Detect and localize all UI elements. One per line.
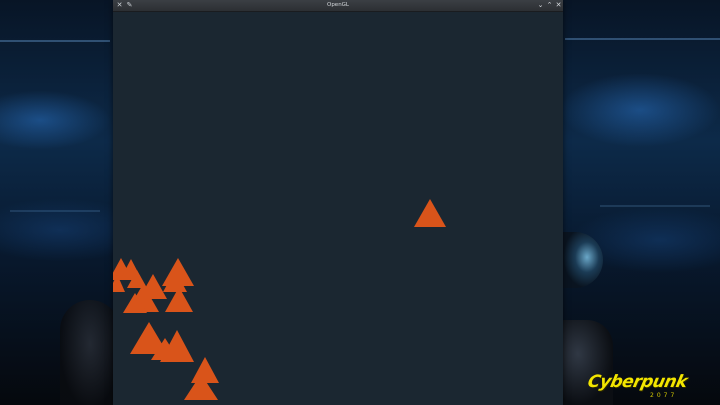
render-surface (113, 199, 446, 400)
orange-triangle (191, 357, 219, 383)
wallpaper-eye-glow (563, 232, 603, 288)
wallpaper-figure (60, 300, 120, 405)
wallpaper-light-streak (10, 210, 100, 212)
maximize-button[interactable]: ⌃ (545, 1, 554, 10)
wallpaper-light-streak (600, 205, 710, 207)
cyberpunk-logo-subtitle: 2077 (650, 392, 678, 399)
close-button[interactable]: ✕ (554, 1, 563, 10)
minimize-button[interactable]: ⌄ (536, 1, 545, 10)
opengl-window[interactable]: ✕ ✎ OpenGL ⌄ ⌃ ✕ (113, 0, 563, 405)
opengl-canvas[interactable] (113, 12, 563, 405)
window-titlebar[interactable]: ✕ ✎ OpenGL ⌄ ⌃ ✕ (113, 0, 563, 12)
wallpaper-light-streak (565, 38, 720, 40)
wallpaper-figure (563, 320, 613, 405)
cyberpunk-logo: Cyberpunk (585, 372, 689, 392)
wallpaper-light-streak (0, 40, 110, 42)
orange-triangle (414, 199, 446, 227)
window-title: OpenGL (326, 2, 350, 8)
